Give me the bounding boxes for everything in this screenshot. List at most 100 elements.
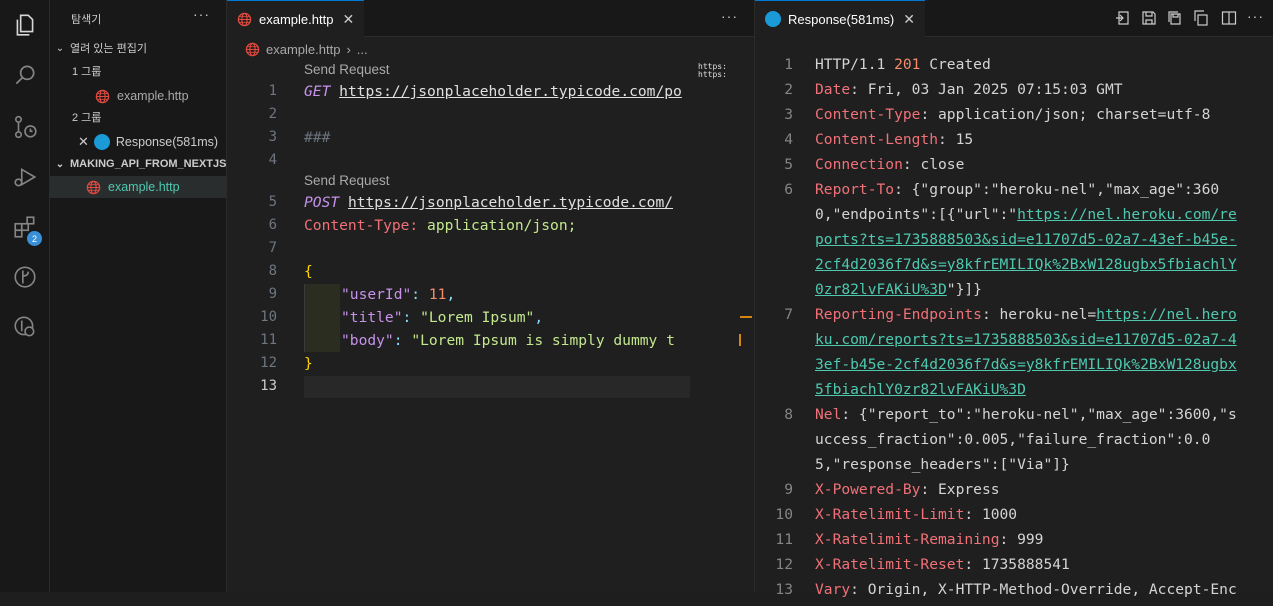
header-name: X-Ratelimit-Remaining [815,531,1000,548]
response-line-number: 12 [775,556,793,573]
remote-explorer-icon[interactable] [0,304,50,350]
response-line: X-Ratelimit-Remaining: 999 [815,527,1043,552]
open-editor-label: example.http [117,89,189,103]
response-line-number: 7 [784,306,793,323]
save-icon[interactable] [1141,10,1157,26]
response-line: ku.com/reports?ts=1735888503&sid=e11707d… [815,327,1237,352]
request-url[interactable]: https://jsonplaceholder.typicode.com/po [339,83,682,100]
header-name: Report-To [815,181,895,198]
response-line-number: 2 [784,81,793,98]
open-editor-label: Response(581ms) [115,135,219,149]
current-line-highlight[interactable] [304,376,690,398]
response-url[interactable]: https://nel.hero [1096,306,1237,323]
breadcrumb-file[interactable]: example.http [266,42,340,57]
response-line: X-Ratelimit-Reset: 1735888541 [815,552,1070,577]
editor-more-button[interactable]: ··· [721,8,738,24]
request-url[interactable]: https://jsonplaceholder.typicode.com/ [348,194,673,211]
response-url[interactable]: ports?ts=1735888503&sid=e11707d5-02a7-43… [815,231,1237,248]
response-line: 3ef-b45e-2cf4d2036f7d&s=y8kfrEMILIQk%2Bx… [815,352,1237,377]
editor-tabbar: example.http ✕ ··· [227,0,754,37]
response-url[interactable]: 0zr82lvFAKiU%3D [815,281,947,298]
response-line: Reporting-Endpoints: heroku-nel=https://… [815,302,1237,327]
git-graph-icon[interactable] [0,254,50,300]
header-name: Date [815,81,851,98]
header-value: 0,"endpoints":[{"url":" [815,206,1018,223]
indent-guide [304,284,340,352]
header-name: Content-Length [815,131,939,148]
header-value: : application/json; charset=utf-8 [920,106,1211,123]
open-editors-section[interactable]: ⌄ 열려 있는 편집기 [50,37,226,59]
tab-response[interactable]: Response(581ms) ✕ [755,0,925,37]
extensions-icon[interactable]: 2 [0,204,50,250]
line-number: 3 [268,129,277,145]
run-debug-icon[interactable] [0,154,50,200]
header-value: : 999 [999,531,1044,548]
save-body-icon[interactable] [1167,10,1183,26]
line-number: 2 [268,106,277,122]
code-line-6: Content-Type: application/json; [304,215,576,237]
line-number: 12 [260,355,277,371]
header-value: : heroku-nel= [981,306,1097,323]
source-control-icon[interactable] [0,104,50,150]
open-editor-response[interactable]: ✕ Response(581ms) [50,131,226,153]
response-line: Content-Type: application/json; charset=… [815,102,1210,127]
response-line: 2cf4d2036f7d&s=y8kfrEMILIQk%2BxW128ugbx5… [815,252,1237,277]
header-key: Content-Type: [304,217,419,234]
response-line: 0zr82lvFAKiU%3D"}]} [815,277,982,302]
open-editor-example-http[interactable]: example.http [50,85,226,107]
header-value: application/json; [427,217,577,234]
file-example-http[interactable]: example.http [50,176,226,198]
response-line: 5,"response_headers":["Via"]} [815,452,1070,477]
response-more-button[interactable]: ··· [1247,8,1264,24]
folder-section[interactable]: ⌄ MAKING_API_FROM_NEXTJS [50,153,226,175]
response-line-number: 13 [775,581,793,598]
header-value: : {"report_to":"heroku-nel","max_age":36… [841,406,1237,423]
header-value: : Fri, 03 Jan 2025 07:15:03 GMT [850,81,1123,98]
response-line: Content-Length: 15 [815,127,973,152]
split-editor-icon[interactable] [1221,10,1237,26]
code-line-5[interactable]: POST https://jsonplaceholder.typicode.co… [304,192,690,214]
open-in-editor-icon[interactable] [1115,10,1131,26]
line-number: 13 [260,378,277,394]
header-name: Reporting-Endpoints [815,306,982,323]
response-url[interactable]: ku.com/reports?ts=1735888503&sid=e11707d… [815,331,1237,348]
response-url[interactable]: 3ef-b45e-2cf4d2036f7d&s=y8kfrEMILIQk%2Bx… [815,356,1237,373]
globe-icon [245,42,260,57]
explorer-icon[interactable] [0,2,50,48]
line-number: 1 [268,83,277,99]
line-number: 4 [268,152,277,168]
response-line-number: 4 [784,131,793,148]
sidebar-more-button[interactable]: ··· [193,6,210,22]
tab-example-http[interactable]: example.http ✕ [227,0,365,37]
json-value: 11 [428,286,447,303]
response-line-number: 5 [784,156,793,173]
response-url[interactable]: 2cf4d2036f7d&s=y8kfrEMILIQk%2BxW128ugbx5… [815,256,1237,273]
search-icon[interactable] [0,52,50,98]
json-comma: , [446,286,456,303]
line-number: 10 [260,309,277,325]
response-url[interactable]: 5fbiachlY0zr82lvFAKiU%3D [815,381,1026,398]
response-icon [93,134,110,150]
close-icon[interactable]: ✕ [342,11,354,28]
minimap[interactable]: https: https: [690,37,740,592]
header-value: uccess_fraction":0.005,"failure_fraction… [815,431,1211,448]
response-url[interactable]: https://nel.heroku.com/re [1017,206,1237,223]
response-line: ports?ts=1735888503&sid=e11707d5-02a7-43… [815,227,1237,252]
send-request-lens-1[interactable]: Send Request [304,62,390,77]
close-icon[interactable]: ✕ [903,11,915,28]
header-value: "}]} [946,281,982,298]
copy-icon[interactable] [1193,10,1209,26]
json-value: "Lorem Ipsum is simply dummy t [411,332,675,349]
send-request-lens-2[interactable]: Send Request [304,173,390,188]
breadcrumb-more[interactable]: ... [357,42,368,57]
chevron-down-icon: ⌄ [55,42,65,54]
header-name: Nel [815,406,842,423]
explorer-sidebar: 탐색기 ··· ⌄ 열려 있는 편집기 1 그룹 example.http 2 … [50,0,227,592]
close-icon[interactable]: ✕ [78,134,89,150]
header-name: X-Powered-By [815,481,921,498]
header-value: 5,"response_headers":["Via"]} [815,456,1070,473]
code-line-1[interactable]: GET https://jsonplaceholder.typicode.com… [304,81,690,103]
response-line: Report-To: {"group":"heroku-nel","max_ag… [815,177,1219,202]
header-value: : close [902,156,965,173]
globe-icon [95,89,110,103]
